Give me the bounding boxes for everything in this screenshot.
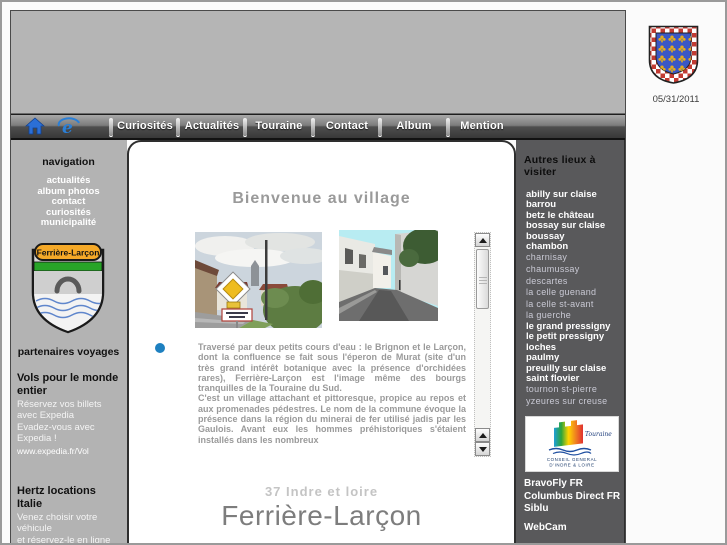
svg-text:e: e xyxy=(62,118,73,137)
main-content: Bienvenue au village Traversé par deux p… xyxy=(127,140,516,543)
ad-expedia-line1: Réservez vos billets avec Expedia xyxy=(17,399,102,421)
logo-script-label: Touraine xyxy=(585,431,612,438)
town-name-sign xyxy=(221,308,253,322)
navigation-links: actualités album photos contact curiosit… xyxy=(10,175,127,229)
crest-label: Ferrière-Larçon xyxy=(37,248,100,258)
site-header-banner xyxy=(10,10,626,114)
thumb-grip-icon xyxy=(478,274,487,284)
arrow-up-icon xyxy=(478,237,487,243)
browser-button[interactable]: e xyxy=(57,117,83,138)
ad-hertz-title[interactable]: Hertz locations Italie xyxy=(17,485,123,511)
arrow-down-icon xyxy=(478,446,487,452)
partner-links: BravoFly FR Columbus Direct FR Siblu xyxy=(524,478,620,516)
navigation-heading: navigation xyxy=(42,156,95,168)
browser-e-icon: e xyxy=(57,117,81,141)
right-sidebar: Autres lieux à visiter abilly sur claise… xyxy=(516,140,626,543)
link-bravofly[interactable]: BravoFly FR xyxy=(524,478,620,491)
link-siblu[interactable]: Siblu xyxy=(524,503,620,516)
photo-village-entrance xyxy=(195,232,322,328)
link-columbus[interactable]: Columbus Direct FR xyxy=(524,491,620,504)
page-title: Bienvenue au village xyxy=(232,190,411,207)
intro-paragraph-2: C'est un village attachant et pittoresqu… xyxy=(198,393,466,445)
place-link[interactable]: chambon xyxy=(526,241,624,252)
photo-village-street xyxy=(339,230,438,321)
coat-of-arms xyxy=(647,24,700,91)
scroll-down-button[interactable] xyxy=(475,442,490,456)
places-heading: Autres lieux à visiter xyxy=(524,154,596,178)
ad-hertz: Hertz locations Italie Venez choisir vot… xyxy=(17,485,123,545)
screenshot-root: e Curiosités Actualités Touraine Contact… xyxy=(0,0,727,545)
nav-tab-touraine[interactable]: Touraine xyxy=(247,120,311,132)
ad-expedia: Vols pour le monde entier Réservez vos b… xyxy=(17,372,123,456)
scrollbar-thumb[interactable] xyxy=(476,249,489,309)
department-label: 37 Indre et loire xyxy=(264,484,379,499)
date-label: 05/31/2011 xyxy=(652,94,700,105)
partners-heading: partenaires voyages xyxy=(17,346,120,358)
scroll-up-button-bottom[interactable] xyxy=(475,428,490,442)
place-link[interactable]: saint flovier xyxy=(526,373,624,384)
home-button[interactable] xyxy=(24,117,51,139)
bullet-icon xyxy=(155,343,165,353)
nav-tab-actualites[interactable]: Actualités xyxy=(180,120,244,132)
village-crest: Ferrière-Larçon xyxy=(24,240,112,341)
left-sidebar: navigation actualités album photos conta… xyxy=(10,140,127,545)
place-link[interactable]: yzeures sur creuse xyxy=(526,396,624,408)
ad-expedia-url[interactable]: www.expedia.fr/Vol xyxy=(17,446,123,456)
places-list: abilly sur claise barrou betz le château bo… xyxy=(526,189,624,408)
nav-tab-album[interactable]: Album xyxy=(382,120,446,132)
place-link[interactable]: la celle st-avant xyxy=(526,299,624,311)
place-link[interactable]: descartes xyxy=(526,276,624,288)
ad-hertz-line2: et réservez-le en ligne xyxy=(17,535,111,545)
intro-text: Traversé par deux petits cours d'eau : l… xyxy=(198,342,466,460)
nav-tab-contact[interactable]: Contact xyxy=(315,120,379,132)
ad-expedia-line2: Evadez-vous avec Expedia ! xyxy=(17,422,95,444)
content-scrollbar[interactable] xyxy=(474,232,491,457)
nav-tab-curiosites[interactable]: Curiosités xyxy=(113,120,177,132)
arrow-up-icon xyxy=(478,432,487,438)
place-link[interactable]: la celle guenand xyxy=(526,287,624,299)
place-link[interactable]: charnisay xyxy=(526,252,624,264)
main-navbar: e Curiosités Actualités Touraine Contact… xyxy=(10,114,626,140)
place-link[interactable]: tournon st-pierre xyxy=(526,384,624,396)
village-title: Ferrière-Larçon xyxy=(221,500,422,531)
scroll-up-button[interactable] xyxy=(475,233,490,247)
ad-expedia-title[interactable]: Vols pour le monde entier xyxy=(17,372,123,398)
place-link[interactable]: chaumussay xyxy=(526,264,624,276)
link-webcam[interactable]: WebCam xyxy=(524,522,567,535)
conseil-general-logo[interactable]: Touraine CONSEIL GENERAL D'INDRE & LOIRE xyxy=(525,416,619,472)
logo-caption-2: D'INDRE & LOIRE xyxy=(549,463,594,468)
home-icon xyxy=(24,117,46,139)
sidebar-link-actualites[interactable]: actualités xyxy=(10,175,127,187)
sidebar-link-municipalite[interactable]: municipalité xyxy=(10,217,127,229)
ad-hertz-line1: Venez choisir votre véhicule xyxy=(17,512,98,534)
logo-caption-1: CONSEIL GENERAL xyxy=(547,457,597,462)
nav-tab-mention[interactable]: Mention xyxy=(450,120,514,132)
intro-paragraph-1: Traversé par deux petits cours d'eau : l… xyxy=(198,342,466,394)
sidebar-link-contact[interactable]: contact xyxy=(10,196,127,208)
